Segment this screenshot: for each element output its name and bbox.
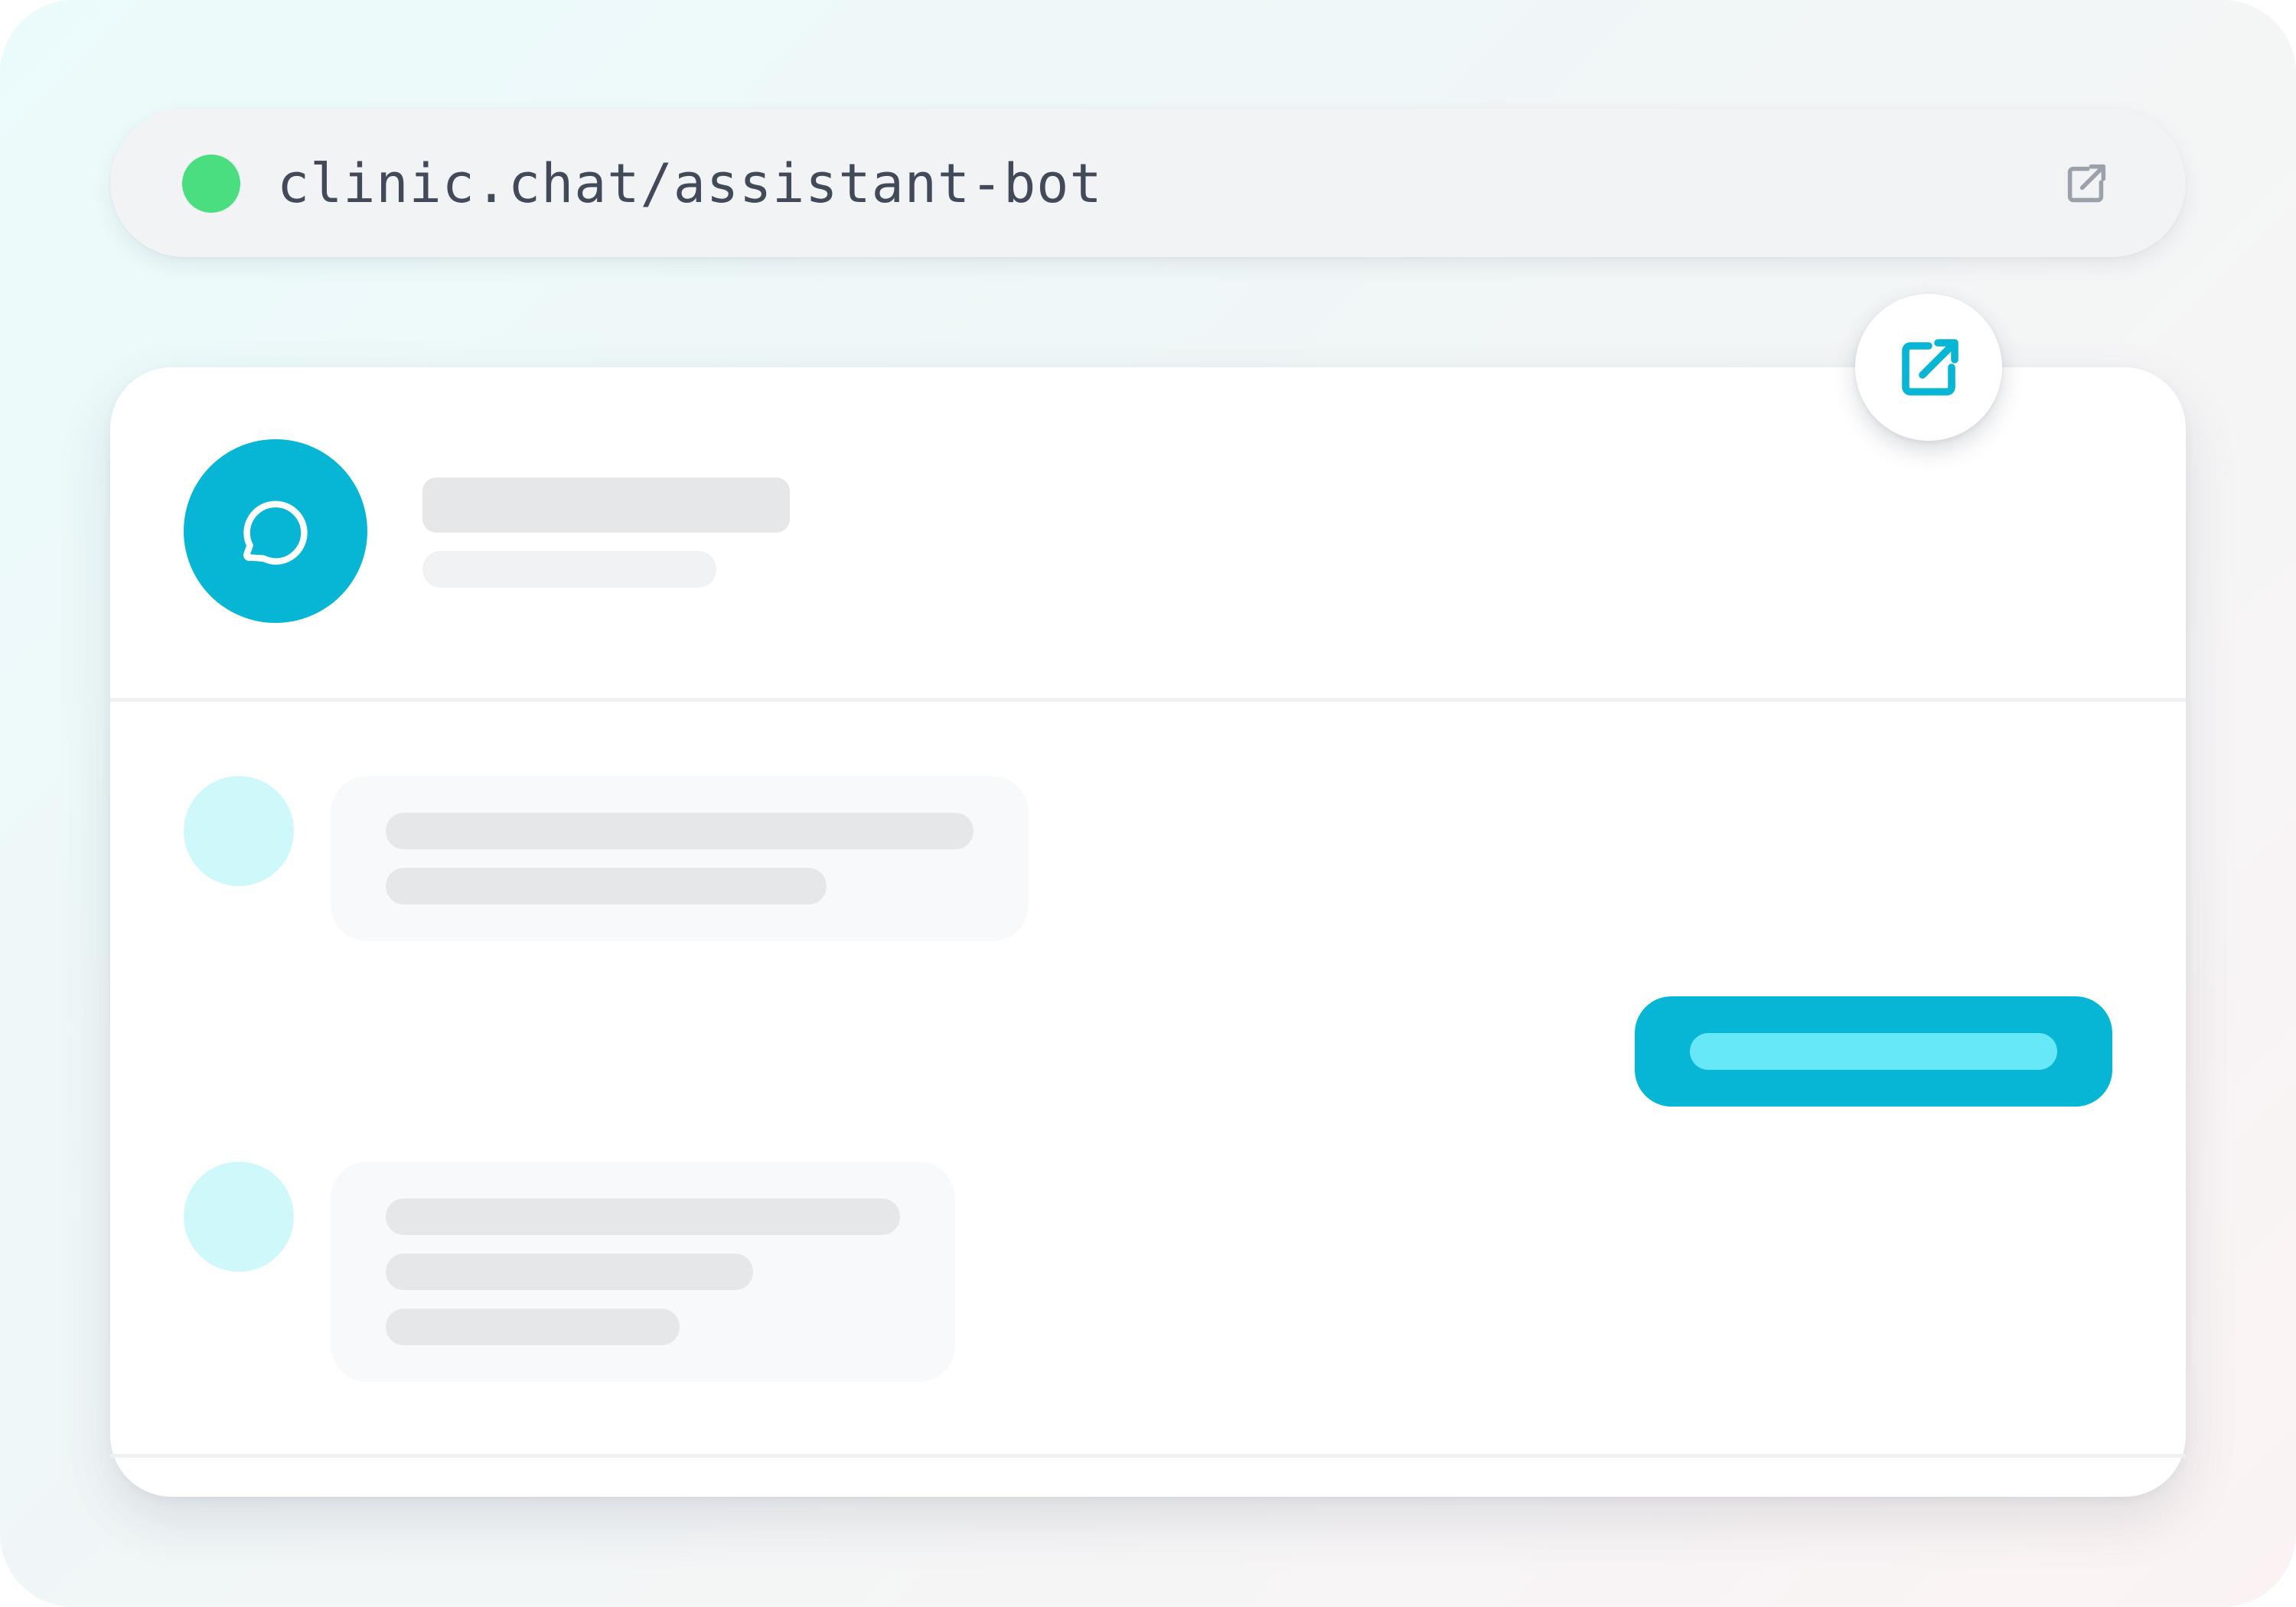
external-link-icon[interactable] xyxy=(2059,158,2112,211)
message-text-placeholder xyxy=(386,868,827,905)
chat-bubble-icon xyxy=(243,500,308,565)
message-text-placeholder xyxy=(386,1253,753,1290)
external-link-icon xyxy=(1902,339,1958,396)
message-text-placeholder xyxy=(386,1309,680,1345)
url-text[interactable]: clinic.chat/assistant-bot xyxy=(277,147,1103,220)
online-status-dot xyxy=(182,155,240,213)
header-divider xyxy=(110,698,2186,702)
bot-message-avatar xyxy=(184,776,294,886)
message-text-placeholder xyxy=(386,1198,900,1235)
message-text-placeholder xyxy=(1690,1033,2057,1070)
message-text-placeholder xyxy=(386,813,974,849)
chat-title-placeholder xyxy=(422,478,790,533)
chat-subtitle-placeholder xyxy=(422,551,716,588)
bot-message-avatar xyxy=(184,1162,294,1272)
footer-divider xyxy=(110,1454,2186,1458)
bot-message-bubble xyxy=(331,776,1029,941)
